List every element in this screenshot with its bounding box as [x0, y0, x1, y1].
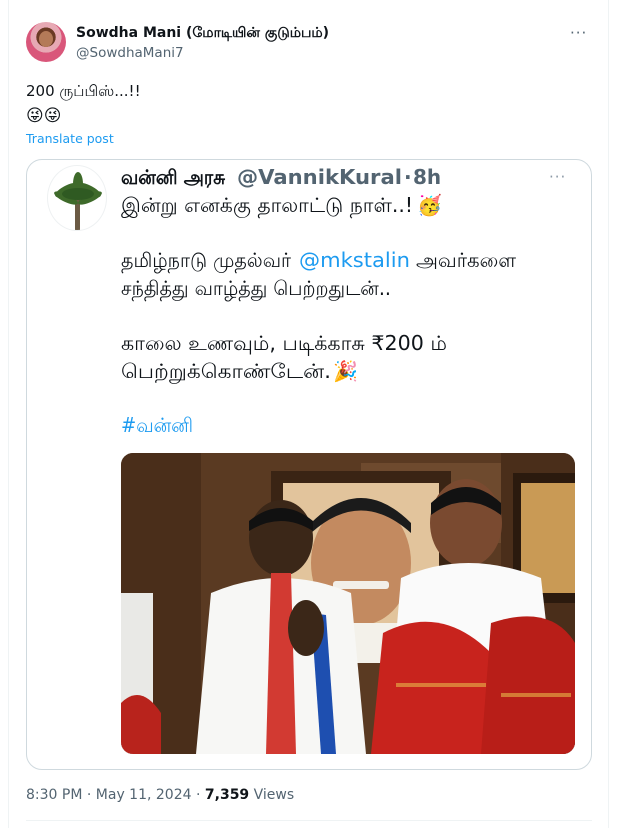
mention-link[interactable]: @mkstalin	[299, 248, 410, 272]
post-time: 8:30 PM	[26, 787, 83, 803]
quoted-more-options-icon[interactable]: ···	[549, 168, 566, 186]
quoted-time-ago[interactable]: 8h	[413, 165, 441, 189]
author-name[interactable]: Sowdha Mani (மோடியின் குடும்பம்)	[76, 25, 329, 43]
post-image[interactable]	[121, 453, 575, 754]
post-date: May 11, 2024	[95, 787, 192, 803]
meta-separator-2: ·	[195, 787, 201, 803]
translate-post-link[interactable]: Translate post	[26, 131, 114, 146]
tweet-text: 200 ருப்பிஸ்...!!	[26, 82, 141, 100]
quoted-separator: ·	[404, 165, 412, 189]
post-timestamp[interactable]: 8:30 PM · May 11, 2024 · 7,359 Views	[26, 787, 294, 803]
quoted-author-name[interactable]: வன்னி அரசு	[121, 165, 226, 189]
quoted-line-1: இன்று எனக்கு தாலாட்டு நாள்..!	[121, 193, 413, 218]
party-popper-emoji: 🎉	[333, 359, 358, 383]
party-face-emoji: 🥳	[417, 193, 442, 217]
hashtag-link[interactable]: #வன்னி	[121, 413, 193, 437]
quoted-line-2-post: அவர்களை	[416, 248, 516, 272]
tweet-emoji: 😜😜	[26, 106, 62, 126]
quoted-line-3: சந்தித்து வாழ்த்து பெற்றதுடன்..	[121, 276, 391, 301]
quoted-line-4: காலை உணவும், படிக்காசு ₹200 ம்	[121, 331, 447, 356]
meta-separator: ·	[86, 787, 92, 803]
photo-scene	[121, 453, 575, 754]
more-options-icon[interactable]: ···	[570, 24, 587, 42]
divider	[26, 820, 592, 821]
quoted-text-layer: வன்னி அரசு @VannikKural · 8h இன்று எனக்க…	[121, 165, 516, 437]
quoted-line-5: பெற்றுக்கொண்டேன்.	[121, 359, 331, 384]
quoted-author-handle[interactable]: @VannikKural	[237, 165, 402, 189]
author-handle[interactable]: @SowdhaMani7	[76, 45, 184, 61]
views-count: 7,359	[204, 787, 250, 803]
quoted-line-2-pre: தமிழ்நாடு முதல்வர்	[121, 248, 292, 273]
avatar[interactable]	[26, 22, 66, 62]
views-label: Views	[253, 787, 295, 803]
quoted-post-card[interactable]: வன்னி அரசு @VannikKural · 8h இன்று எனக்க…	[26, 159, 592, 770]
